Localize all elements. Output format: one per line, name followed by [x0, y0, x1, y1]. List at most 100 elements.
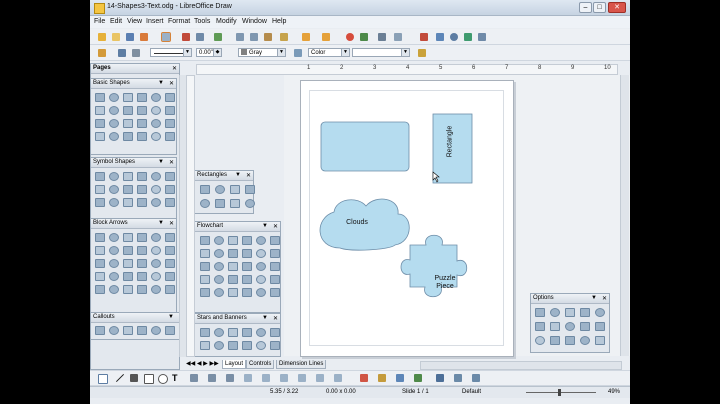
arrow-tool-icon[interactable]	[130, 374, 138, 382]
table-icon[interactable]	[360, 33, 368, 41]
fontwork-icon[interactable]	[378, 374, 386, 382]
gluepoint-icon[interactable]	[464, 33, 472, 41]
block-arrow-tool-icon[interactable]	[137, 259, 147, 268]
basic-shape-tool-icon[interactable]	[165, 132, 175, 141]
basic-shape-tool-icon[interactable]	[137, 106, 147, 115]
flowchart-shape-tool-icon[interactable]	[242, 262, 252, 271]
block-arrow-tool-icon[interactable]	[109, 233, 119, 242]
chevron-down-icon[interactable]: ▼	[591, 295, 597, 301]
rectangle-variant-tool-icon[interactable]	[230, 199, 240, 208]
block-arrow-tool-icon[interactable]	[95, 285, 105, 294]
chevron-down-icon[interactable]: ▼	[158, 220, 164, 226]
flowchart-shape-tool-icon[interactable]	[270, 236, 280, 245]
zoom-slider-handle[interactable]	[558, 389, 561, 396]
symbol-shape-tool-icon[interactable]	[109, 185, 119, 194]
tab-dimension-lines[interactable]: Dimension Lines	[276, 360, 327, 369]
close-icon[interactable]: ✕	[273, 223, 278, 230]
vertical-ruler[interactable]	[186, 75, 195, 357]
block-arrow-tool-icon[interactable]	[109, 285, 119, 294]
callout-tool-icon[interactable]	[123, 326, 133, 335]
menu-insert[interactable]: Insert	[146, 18, 164, 25]
block-arrow-tool-icon[interactable]	[123, 259, 133, 268]
option-tool-icon[interactable]	[595, 322, 605, 331]
callout-tool-icon[interactable]	[151, 326, 161, 335]
flowchart-shape-tool-icon[interactable]	[242, 288, 252, 297]
chevron-down-icon[interactable]: ▼	[168, 314, 174, 320]
menu-window[interactable]: Window	[242, 18, 267, 25]
callout-tool-icon[interactable]	[137, 326, 147, 335]
flowchart-shape-tool-icon[interactable]	[228, 262, 238, 271]
close-icon[interactable]: ✕	[246, 172, 251, 179]
chevron-down-icon[interactable]: ▼	[158, 80, 164, 86]
line-color-select[interactable]: Gray ▼	[238, 48, 286, 57]
fill-select[interactable]: ▼	[352, 48, 410, 57]
tab-scroll-arrows[interactable]: ◀◀ ◀ ▶ ▶▶	[186, 360, 219, 367]
zoom-level[interactable]: 49%	[608, 389, 620, 395]
close-icon[interactable]: ✕	[602, 295, 607, 302]
undo-icon[interactable]	[302, 33, 310, 41]
area-icon[interactable]	[294, 49, 302, 57]
basic-shape-tool-icon[interactable]	[151, 119, 161, 128]
rectangle-variant-tool-icon[interactable]	[215, 185, 225, 194]
block-arrow-tool-icon[interactable]	[165, 233, 175, 242]
star-shape-tool-icon[interactable]	[242, 341, 252, 350]
flowchart-shape-tool-icon[interactable]	[256, 288, 266, 297]
points-tool-icon[interactable]	[360, 374, 368, 382]
zoom-icon[interactable]	[394, 33, 402, 41]
symbol-shape-tool-icon[interactable]	[95, 172, 105, 181]
symbol-shapes-icon[interactable]	[262, 374, 270, 382]
star-shape-tool-icon[interactable]	[214, 341, 224, 350]
block-arrow-tool-icon[interactable]	[137, 285, 147, 294]
flowchart-shape-tool-icon[interactable]	[270, 249, 280, 258]
menu-tools[interactable]: Tools	[194, 18, 210, 25]
minimize-button[interactable]: –	[579, 2, 592, 13]
basic-shape-tool-icon[interactable]	[95, 106, 105, 115]
tab-layout[interactable]: Layout	[222, 360, 247, 369]
option-tool-icon[interactable]	[565, 308, 575, 317]
star-shape-tool-icon[interactable]	[200, 341, 210, 350]
star-shape-tool-icon[interactable]	[228, 328, 238, 337]
rounded-rectangle-shape[interactable]	[320, 121, 410, 172]
symbol-shape-tool-icon[interactable]	[151, 185, 161, 194]
block-arrow-tool-icon[interactable]	[165, 246, 175, 255]
shadow-icon[interactable]	[418, 49, 426, 57]
block-arrow-tool-icon[interactable]	[109, 259, 119, 268]
select-icon[interactable]	[98, 374, 108, 384]
block-arrow-tool-icon[interactable]	[95, 246, 105, 255]
save-icon[interactable]	[126, 33, 134, 41]
option-tool-icon[interactable]	[580, 322, 590, 331]
text-tool-icon[interactable]: T	[172, 374, 180, 383]
print-icon[interactable]	[196, 33, 204, 41]
connector-tool-icon[interactable]	[208, 374, 216, 382]
flowchart-shape-tool-icon[interactable]	[228, 275, 238, 284]
block-arrow-tool-icon[interactable]	[165, 285, 175, 294]
flowchart-shape-tool-icon[interactable]	[228, 249, 238, 258]
flowchart-shape-tool-icon[interactable]	[228, 236, 238, 245]
basic-shape-tool-icon[interactable]	[95, 132, 105, 141]
area-style-select[interactable]: Color ▼	[308, 48, 350, 57]
basic-shape-tool-icon[interactable]	[109, 93, 119, 102]
option-tool-icon[interactable]	[550, 336, 560, 345]
block-arrows-icon[interactable]	[280, 374, 288, 382]
rectangle-variant-tool-icon[interactable]	[245, 199, 255, 208]
close-icon[interactable]: ✕	[172, 65, 177, 72]
basic-shape-tool-icon[interactable]	[109, 106, 119, 115]
block-arrow-tool-icon[interactable]	[137, 233, 147, 242]
flowchart-shape-tool-icon[interactable]	[242, 249, 252, 258]
find-icon[interactable]	[378, 33, 386, 41]
flowchart-shape-tool-icon[interactable]	[256, 236, 266, 245]
rectangle-tool-icon[interactable]	[144, 374, 154, 384]
block-arrow-tool-icon[interactable]	[137, 246, 147, 255]
from-file-icon[interactable]	[396, 374, 404, 382]
maximize-button[interactable]: □	[593, 2, 606, 13]
symbol-shape-tool-icon[interactable]	[137, 185, 147, 194]
chevron-down-icon[interactable]: ▼	[158, 159, 164, 165]
flowchart-shape-tool-icon[interactable]	[200, 249, 210, 258]
menu-view[interactable]: View	[127, 18, 142, 25]
star-shape-tool-icon[interactable]	[270, 341, 280, 350]
rectangle-variant-tool-icon[interactable]	[230, 185, 240, 194]
export-pdf-icon[interactable]	[182, 33, 190, 41]
flowchart-shape-tool-icon[interactable]	[270, 262, 280, 271]
flowchart-shape-tool-icon[interactable]	[214, 262, 224, 271]
symbol-shape-tool-icon[interactable]	[123, 172, 133, 181]
